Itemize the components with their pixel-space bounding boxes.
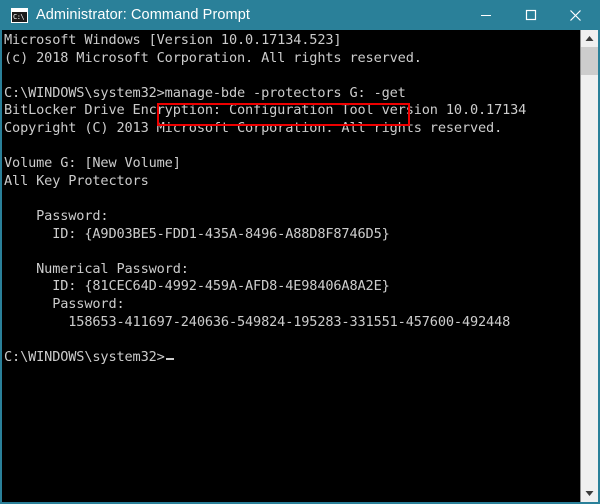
command-prompt-window: C:\ Administrator: Command Prompt Micros… (0, 0, 600, 504)
minimize-button[interactable] (463, 0, 508, 30)
scroll-up-button[interactable] (581, 30, 598, 47)
console-output-area[interactable]: Microsoft Windows [Version 10.0.17134.52… (2, 30, 580, 502)
window-controls (463, 0, 598, 30)
scrollbar-track[interactable] (581, 47, 598, 485)
command-prompt-icon-label: C:\ (13, 12, 25, 21)
vertical-scrollbar[interactable] (580, 30, 598, 502)
scroll-down-button[interactable] (581, 485, 598, 502)
window-title: Administrator: Command Prompt (36, 7, 251, 23)
command-prompt-icon: C:\ (11, 7, 28, 23)
console-cursor (165, 357, 174, 360)
minimize-icon (480, 15, 491, 16)
window-body: Microsoft Windows [Version 10.0.17134.52… (2, 30, 598, 502)
scroll-down-arrow-icon (585, 491, 594, 496)
window-titlebar[interactable]: C:\ Administrator: Command Prompt (2, 0, 598, 30)
maximize-button[interactable] (508, 0, 553, 30)
scrollbar-thumb[interactable] (581, 47, 598, 75)
close-button[interactable] (553, 0, 598, 30)
scroll-up-arrow-icon (585, 36, 594, 41)
maximize-icon (525, 9, 536, 21)
console-text: Microsoft Windows [Version 10.0.17134.52… (4, 32, 527, 365)
screenshot-root: C:\ Administrator: Command Prompt Micros… (0, 0, 600, 504)
close-icon (570, 9, 581, 21)
